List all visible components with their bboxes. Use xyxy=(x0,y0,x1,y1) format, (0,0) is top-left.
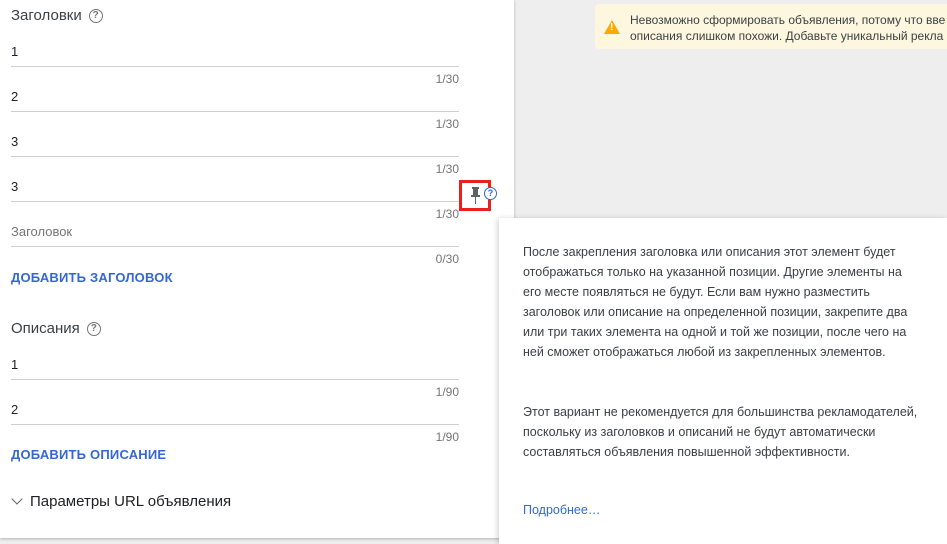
char-counter: 1/30 xyxy=(435,207,459,221)
add-headline-button[interactable]: ДОБАВИТЬ ЗАГОЛОВОК xyxy=(11,270,173,285)
divider xyxy=(11,156,459,157)
description-field-2[interactable]: 2 1/90 xyxy=(11,402,459,447)
ad-edit-panel: Заголовки ? 1 1/30 2 1/30 3 1/30 3 1/30 … xyxy=(0,0,514,538)
headline-field-empty[interactable]: Заголовок 0/30 xyxy=(11,224,459,269)
divider xyxy=(11,246,459,247)
divider xyxy=(11,424,459,425)
pin-help-icon[interactable]: ? xyxy=(484,187,497,200)
tooltip-paragraph-1: После закрепления заголовка или описания… xyxy=(523,245,908,359)
char-counter: 1/90 xyxy=(435,385,459,399)
headline-field-3[interactable]: 3 1/30 xyxy=(11,134,459,179)
learn-more-link[interactable]: Подробнее… xyxy=(523,503,600,517)
char-counter: 1/30 xyxy=(435,162,459,176)
help-icon[interactable]: ? xyxy=(88,8,103,23)
help-icon[interactable]: ? xyxy=(86,321,101,336)
tooltip-paragraph-2: Этот вариант не рекомендуется для больши… xyxy=(523,405,918,459)
add-description-button[interactable]: ДОБАВИТЬ ОПИСАНИЕ xyxy=(11,447,166,462)
warning-line-1: Невозможно сформировать объявления, пото… xyxy=(630,13,946,27)
warning-line-2: описания слишком похожи. Добавьте уникал… xyxy=(630,29,944,43)
char-counter: 1/30 xyxy=(435,72,459,86)
headline-placeholder[interactable]: Заголовок xyxy=(11,224,72,239)
warning-text: Невозможно сформировать объявления, пото… xyxy=(630,12,947,44)
char-counter: 0/30 xyxy=(435,252,459,266)
headline-value[interactable]: 1 xyxy=(11,44,18,59)
char-counter: 1/90 xyxy=(435,430,459,444)
headline-value[interactable]: 2 xyxy=(11,89,18,104)
divider xyxy=(11,201,459,202)
headline-field-2[interactable]: 2 1/30 xyxy=(11,89,459,134)
headlines-title-label: Заголовки xyxy=(11,7,82,24)
pin-icon xyxy=(471,187,480,204)
divider xyxy=(11,379,459,380)
description-value[interactable]: 2 xyxy=(11,402,18,417)
chevron-down-icon xyxy=(11,492,23,505)
descriptions-title-label: Описания xyxy=(11,320,80,337)
divider xyxy=(11,111,459,112)
warning-icon xyxy=(604,20,620,34)
descriptions-title: Описания ? xyxy=(11,320,101,337)
char-counter: 1/30 xyxy=(435,117,459,131)
headline-field-4[interactable]: 3 1/30 xyxy=(11,179,459,224)
description-field-1[interactable]: 1 1/90 xyxy=(11,357,459,402)
headline-field-1[interactable]: 1 1/30 xyxy=(11,44,459,89)
divider xyxy=(11,66,459,67)
warning-banner: Невозможно сформировать объявления, пото… xyxy=(595,4,947,49)
headline-value[interactable]: 3 xyxy=(11,134,18,149)
description-value[interactable]: 1 xyxy=(11,357,18,372)
pin-tooltip: После закрепления заголовка или описания… xyxy=(499,218,947,544)
headlines-title: Заголовки ? xyxy=(11,7,103,24)
url-params-toggle[interactable]: Параметры URL объявления xyxy=(11,492,232,510)
headline-value[interactable]: 3 xyxy=(11,179,18,194)
url-params-label: Параметры URL объявления xyxy=(30,493,232,510)
